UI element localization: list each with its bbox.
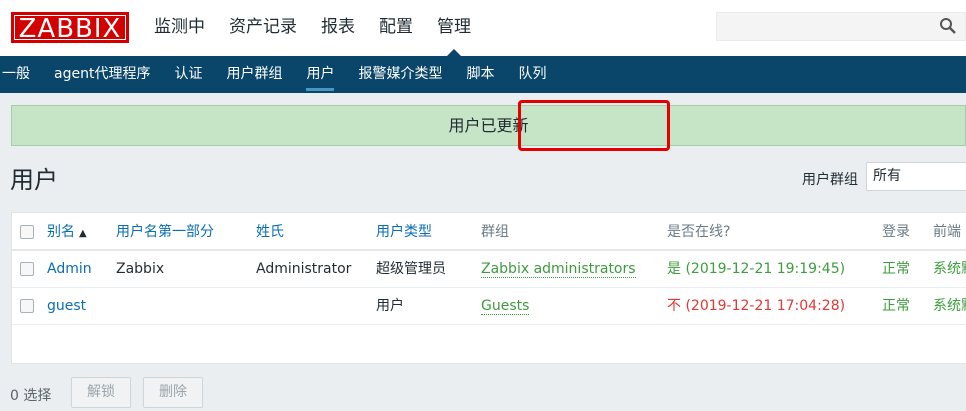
top-header: ZABBIX 监测中 资产记录 报表 配置 管理 <box>0 0 966 56</box>
user-frontend-access: 系统默 <box>933 261 966 277</box>
main-nav-configuration[interactable]: 配置 <box>367 0 425 56</box>
page-title: 用户 <box>10 166 58 194</box>
unlock-button[interactable]: 解锁 <box>71 377 131 408</box>
user-group-filter-label: 用户群组 <box>802 172 858 188</box>
sub-nav-authentication[interactable]: 认证 <box>162 56 214 93</box>
selected-count: 0 选择 <box>10 388 52 404</box>
main-nav-monitoring[interactable]: 监测中 <box>142 0 217 56</box>
column-groups: 群组 <box>481 224 509 240</box>
user-alias-link[interactable]: guest <box>47 288 86 324</box>
sub-nav-queue[interactable]: 队列 <box>506 56 558 93</box>
search-icon[interactable] <box>939 17 957 35</box>
user-login-status: 正常 <box>882 261 910 277</box>
main-nav: 监测中 资产记录 报表 配置 管理 <box>142 0 483 56</box>
user-login-status: 正常 <box>882 298 910 314</box>
sub-nav-media-types[interactable]: 报警媒介类型 <box>346 56 454 93</box>
sub-nav-general[interactable]: 一般 <box>0 56 42 93</box>
success-message: 用户已更新 <box>11 105 966 146</box>
select-all-checkbox[interactable] <box>20 225 34 239</box>
column-name[interactable]: 用户名第一部分 <box>116 214 214 250</box>
column-login: 登录 <box>882 224 910 240</box>
column-online: 是否在线? <box>667 224 731 240</box>
user-surname: Administrator <box>256 261 352 277</box>
user-type: 用户 <box>376 298 404 314</box>
user-group-filter-select[interactable]: 所有 <box>866 162 966 191</box>
sub-nav: 一般 agent代理程序 认证 用户群组 用户 报警媒介类型 脚本 队列 <box>0 56 966 93</box>
sub-nav-user-groups[interactable]: 用户群组 <box>214 56 294 93</box>
column-surname[interactable]: 姓氏 <box>256 214 284 250</box>
user-name: Zabbix <box>116 261 165 277</box>
user-frontend-access: 系统默 <box>933 298 966 314</box>
sub-nav-proxies[interactable]: agent代理程序 <box>42 56 162 93</box>
user-online-status: 是 (2019-12-21 19:19:45) <box>667 261 846 277</box>
row-checkbox[interactable] <box>20 262 34 276</box>
user-type: 超级管理员 <box>376 261 446 277</box>
user-groups-link[interactable]: Zabbix administrators <box>481 261 636 278</box>
row-checkbox[interactable] <box>20 299 34 313</box>
highlight-box <box>518 100 670 151</box>
user-alias-link[interactable]: Admin <box>47 251 92 287</box>
table-row: Admin Zabbix Administrator 超级管理员 Zabbix … <box>12 251 966 288</box>
search-input[interactable] <box>716 12 966 41</box>
user-groups-link[interactable]: Guests <box>481 298 530 315</box>
column-alias[interactable]: 别名 ▲ <box>47 214 87 252</box>
users-table: 别名 ▲ 用户名第一部分 姓氏 用户类型 群组 是否在线? 登录 前端 Admin… <box>11 212 966 364</box>
delete-button[interactable]: 删除 <box>143 377 203 408</box>
zabbix-logo[interactable]: ZABBIX <box>11 12 129 44</box>
main-nav-administration[interactable]: 管理 <box>425 0 483 56</box>
sub-nav-scripts[interactable]: 脚本 <box>454 56 506 93</box>
main-nav-reports[interactable]: 报表 <box>309 0 367 56</box>
sub-nav-users[interactable]: 用户 <box>294 56 346 93</box>
column-frontend: 前端 <box>933 224 961 240</box>
user-online-status: 不 (2019-12-21 17:04:28) <box>667 298 846 314</box>
column-alias-label: 别名 <box>47 224 75 240</box>
table-header-row: 别名 ▲ 用户名第一部分 姓氏 用户类型 群组 是否在线? 登录 前端 <box>12 214 966 251</box>
success-message-text: 用户已更新 <box>448 116 529 135</box>
table-row: guest 用户 Guests 不 (2019-12-21 17:04:28) … <box>12 288 966 325</box>
main-nav-inventory[interactable]: 资产记录 <box>217 0 309 56</box>
sort-asc-icon: ▲ <box>79 228 87 239</box>
column-user-type[interactable]: 用户类型 <box>376 214 432 250</box>
